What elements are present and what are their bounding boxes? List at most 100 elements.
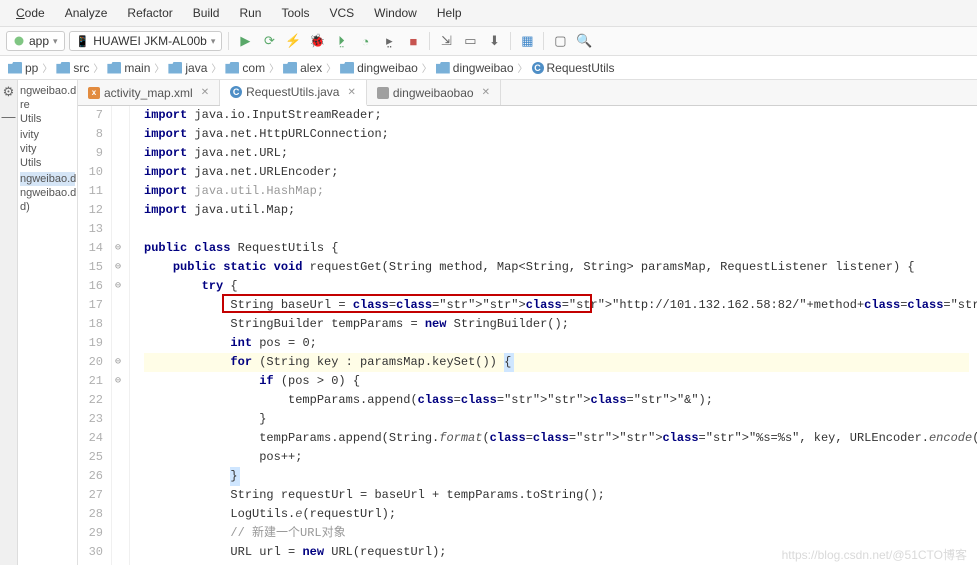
code-content[interactable]: import java.io.InputStreamReader;import … xyxy=(130,106,977,565)
menu-tools[interactable]: Tools xyxy=(275,4,315,22)
file-icon xyxy=(377,87,389,99)
breadcrumb-item[interactable]: java xyxy=(168,61,207,75)
breadcrumb-item[interactable]: dingweibao xyxy=(436,61,514,75)
avd-icon[interactable]: ▭ xyxy=(460,31,480,51)
fold-toggle-icon[interactable]: ⊖ xyxy=(115,277,121,296)
line-number: 11 xyxy=(78,182,103,201)
close-tab-icon[interactable]: ✕ xyxy=(347,87,355,98)
fold-toggle-icon[interactable]: ⊖ xyxy=(115,353,121,372)
line-number: 25 xyxy=(78,448,103,467)
fold-cell: ⊖ xyxy=(112,353,129,372)
hide-icon[interactable]: — xyxy=(2,108,16,124)
menu-analyze[interactable]: Analyze xyxy=(59,4,114,22)
breadcrumb-item[interactable]: src xyxy=(56,61,89,75)
code-line[interactable]: import java.net.URL; xyxy=(144,144,969,163)
emulator-icon[interactable]: ▢ xyxy=(550,31,570,51)
code-line[interactable]: URL url = new URL(requestUrl); xyxy=(144,543,969,562)
apply-changes-icon[interactable]: ⟳ xyxy=(259,31,279,51)
code-line[interactable]: if (pos > 0) { xyxy=(144,372,969,391)
line-number: 27 xyxy=(78,486,103,505)
breadcrumb-label: RequestUtils xyxy=(547,61,615,75)
fold-cell xyxy=(112,486,129,505)
code-line[interactable]: import java.net.URLEncoder; xyxy=(144,163,969,182)
code-line[interactable]: } xyxy=(144,467,969,486)
main-menu: Code Analyze Refactor Build Run Tools VC… xyxy=(0,0,977,27)
folder-icon xyxy=(283,62,297,74)
breadcrumb-item[interactable]: alex xyxy=(283,61,322,75)
search-everywhere-icon[interactable]: 🔍 xyxy=(574,31,594,51)
line-number: 17 xyxy=(78,296,103,315)
code-line[interactable]: StringBuilder tempParams = new StringBui… xyxy=(144,315,969,334)
code-line[interactable]: for (String key : paramsMap.keySet()) { xyxy=(144,353,969,372)
menu-refactor[interactable]: Refactor xyxy=(121,4,178,22)
editor-tab[interactable]: dingweibaobao✕ xyxy=(367,80,501,105)
code-line[interactable]: public class RequestUtils { xyxy=(144,239,969,258)
code-line[interactable]: } xyxy=(144,410,969,429)
module-selector[interactable]: app ▾ xyxy=(6,31,65,51)
debug-icon[interactable]: 🐞 xyxy=(307,31,327,51)
structure-item[interactable]: vity xyxy=(20,142,75,156)
menu-run[interactable]: Run xyxy=(233,4,267,22)
fold-cell xyxy=(112,467,129,486)
structure-item[interactable]: Utils xyxy=(20,112,75,126)
code-line[interactable]: pos++; xyxy=(144,448,969,467)
chevron-right-icon: 〉 xyxy=(326,60,336,75)
fold-toggle-icon[interactable]: ⊖ xyxy=(115,372,121,391)
sdk-icon[interactable]: ⬇ xyxy=(484,31,504,51)
code-line[interactable]: import java.util.HashMap; xyxy=(144,182,969,201)
structure-item[interactable]: ngweibao.d xyxy=(20,186,75,200)
breadcrumb-label: src xyxy=(73,61,89,75)
code-line[interactable] xyxy=(144,220,969,239)
code-line[interactable]: import java.net.HttpURLConnection; xyxy=(144,125,969,144)
menu-vcs[interactable]: VCS xyxy=(323,4,360,22)
chevron-down-icon: ▾ xyxy=(53,36,58,47)
structure-item[interactable]: re xyxy=(20,98,75,112)
stop-icon[interactable]: ■ xyxy=(403,31,423,51)
device-selector[interactable]: 📱 HUAWEI JKM-AL00b ▾ xyxy=(69,31,223,51)
code-line[interactable]: public static void requestGet(String met… xyxy=(144,258,969,277)
sync-icon[interactable]: ⇲ xyxy=(436,31,456,51)
line-number-gutter: 7891011121314151617181920212223242526272… xyxy=(78,106,112,565)
structure-item[interactable]: ngweibao.d xyxy=(20,172,75,186)
code-line[interactable]: int pos = 0; xyxy=(144,334,969,353)
editor-tab[interactable]: CRequestUtils.java✕ xyxy=(220,80,367,106)
editor-tab[interactable]: xactivity_map.xml✕ xyxy=(78,80,220,105)
code-line[interactable]: tempParams.append(String.format(class=cl… xyxy=(144,429,969,448)
code-editor[interactable]: 7891011121314151617181920212223242526272… xyxy=(78,106,977,565)
close-tab-icon[interactable]: ✕ xyxy=(482,87,490,98)
structure-item[interactable]: Utils xyxy=(20,156,75,170)
attach-debugger-icon[interactable]: ▸̤ xyxy=(379,31,399,51)
breadcrumb-item[interactable]: CRequestUtils xyxy=(532,61,615,75)
breadcrumb-item[interactable]: com xyxy=(225,61,265,75)
fold-toggle-icon[interactable]: ⊖ xyxy=(115,239,121,258)
chevron-right-icon: 〉 xyxy=(269,60,279,75)
code-line[interactable]: import java.io.InputStreamReader; xyxy=(144,106,969,125)
fold-gutter: ⊖⊖⊖⊖⊖ xyxy=(112,106,130,565)
breadcrumb-item[interactable]: main xyxy=(107,61,150,75)
menu-code[interactable]: Code xyxy=(10,4,51,22)
gear-icon[interactable]: ⚙ xyxy=(3,84,15,100)
menu-window[interactable]: Window xyxy=(368,4,423,22)
fold-toggle-icon[interactable]: ⊖ xyxy=(115,258,121,277)
close-tab-icon[interactable]: ✕ xyxy=(201,87,209,98)
menu-help[interactable]: Help xyxy=(431,4,468,22)
fold-cell xyxy=(112,391,129,410)
breadcrumb-item[interactable]: pp xyxy=(8,61,38,75)
code-line[interactable]: LogUtils.e(requestUrl); xyxy=(144,505,969,524)
code-line[interactable]: tempParams.append(class=class="str">"str… xyxy=(144,391,969,410)
code-line[interactable]: import java.util.Map; xyxy=(144,201,969,220)
run-icon[interactable]: ▶ xyxy=(235,31,255,51)
code-line[interactable]: // 新建一个URL对象 xyxy=(144,524,969,543)
project-structure-icon[interactable]: ▦ xyxy=(517,31,537,51)
menu-build[interactable]: Build xyxy=(187,4,226,22)
folder-icon xyxy=(168,62,182,74)
structure-item[interactable]: d) xyxy=(20,200,75,214)
breadcrumb-item[interactable]: dingweibao xyxy=(340,61,418,75)
structure-item[interactable]: ngweibao.d xyxy=(20,84,75,98)
structure-item[interactable]: ivity xyxy=(20,128,75,142)
coverage-icon[interactable]: ⏵̤ xyxy=(331,31,351,51)
breadcrumb-label: com xyxy=(242,61,265,75)
apply-code-icon[interactable]: ⚡ xyxy=(283,31,303,51)
code-line[interactable]: String requestUrl = baseUrl + tempParams… xyxy=(144,486,969,505)
profile-icon[interactable]: ◔ xyxy=(355,31,375,51)
